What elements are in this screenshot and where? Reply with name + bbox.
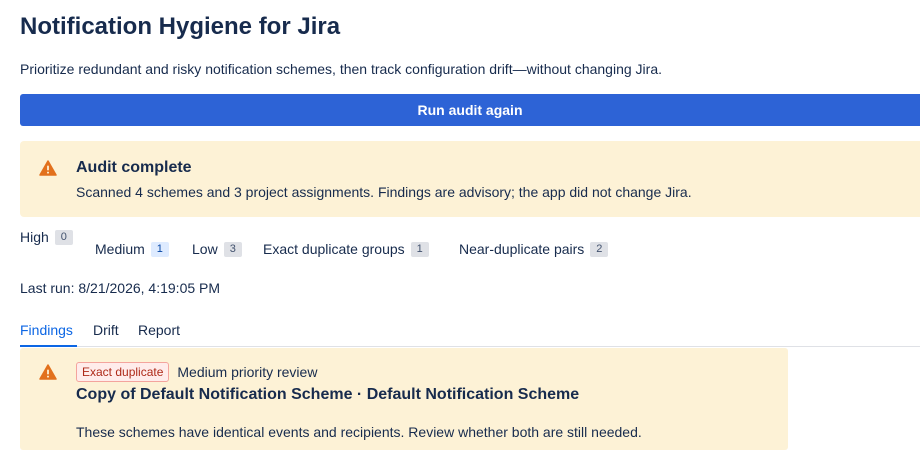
banner-body: Scanned 4 schemes and 3 project assignme…	[76, 184, 692, 200]
tab-bar: Findings Drift Report	[20, 320, 920, 347]
stat-near-duplicate-pairs: Near-duplicate pairs 2	[459, 241, 609, 257]
stat-count: 2	[590, 241, 609, 257]
active-tab-indicator	[20, 345, 77, 347]
run-audit-button[interactable]: Run audit again	[20, 94, 920, 126]
page-title: Notification Hygiene for Jira	[20, 13, 341, 40]
audit-status-banner: Audit complete Scanned 4 schemes and 3 p…	[20, 141, 920, 217]
stat-label: Low	[192, 241, 218, 257]
finding-priority: Medium priority review	[177, 364, 318, 380]
banner-heading: Audit complete	[76, 159, 192, 176]
tab-drift[interactable]: Drift	[93, 322, 119, 338]
stat-count: 1	[410, 241, 429, 257]
last-run-timestamp: Last run: 8/21/2026, 4:19:05 PM	[20, 280, 221, 296]
tab-report[interactable]: Report	[138, 322, 180, 338]
finding-card: Exact duplicate Medium priority review C…	[20, 348, 788, 450]
finding-description: These schemes have identical events and …	[76, 424, 642, 440]
stat-low: Low 3	[192, 241, 242, 257]
tab-findings[interactable]: Findings	[20, 322, 73, 338]
finding-meta: Exact duplicate Medium priority review	[76, 362, 317, 382]
app-page: Notification Hygiene for Jira Prioritize…	[0, 0, 920, 450]
stat-label: Exact duplicate groups	[263, 241, 405, 257]
warning-icon	[39, 364, 57, 380]
stat-label: High	[20, 229, 49, 245]
page-subtitle: Prioritize redundant and risky notificat…	[20, 61, 662, 77]
stat-label: Near-duplicate pairs	[459, 241, 585, 257]
stat-count: 1	[150, 241, 169, 257]
stat-medium: Medium 1	[95, 241, 169, 257]
stat-count: 3	[223, 241, 242, 257]
stat-high: High 0	[20, 229, 73, 245]
stat-label: Medium	[95, 241, 145, 257]
stat-count: 0	[54, 229, 73, 245]
warning-icon	[39, 160, 57, 176]
finding-title: Copy of Default Notification Scheme · De…	[76, 386, 580, 403]
stat-exact-duplicate-groups: Exact duplicate groups 1	[263, 241, 429, 257]
finding-type-badge: Exact duplicate	[76, 362, 170, 382]
